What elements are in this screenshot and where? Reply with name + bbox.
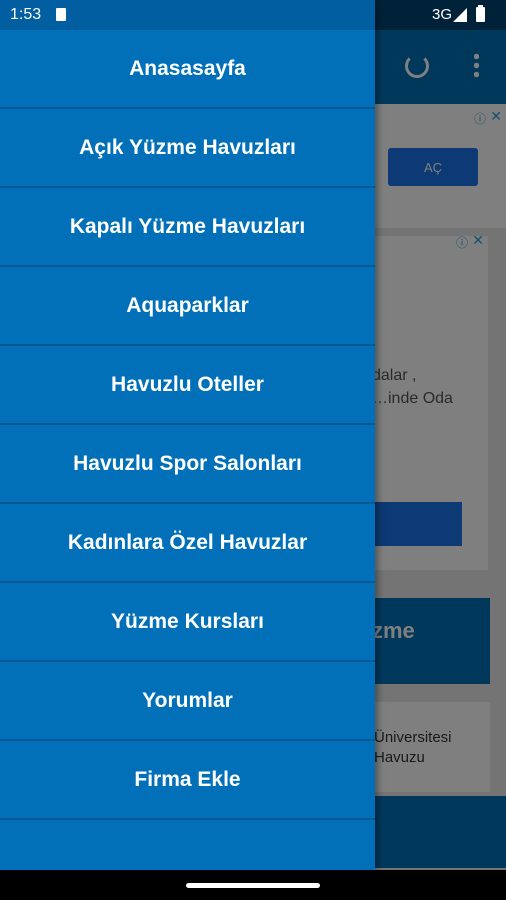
system-nav-bar xyxy=(0,870,506,900)
nav-item-yuzme-kurslari[interactable]: Yüzme Kursları xyxy=(0,583,375,662)
nav-item-havuzlu-oteller[interactable]: Havuzlu Oteller xyxy=(0,346,375,425)
status-time: 1:53 xyxy=(10,6,42,23)
battery-icon xyxy=(476,5,485,22)
nav-item-anasayfa[interactable]: Anasasayfa xyxy=(0,30,375,109)
nav-item-havuzlu-spor-salonlari[interactable]: Havuzlu Spor Salonları xyxy=(0,425,375,504)
network-type: 3G xyxy=(431,6,452,23)
sd-card-icon xyxy=(56,8,66,21)
nav-item-kapali-yuzme-havuzlari[interactable]: Kapalı Yüzme Havuzları xyxy=(0,188,375,267)
nav-item-kadinlara-ozel-havuzlar[interactable]: Kadınlara Özel Havuzlar xyxy=(0,504,375,583)
nav-item-aquaparklar[interactable]: Aquaparklar xyxy=(0,267,375,346)
status-bar: 1:53 3G xyxy=(0,0,506,30)
nav-item-yorumlar[interactable]: Yorumlar xyxy=(0,662,375,741)
home-gesture-handle[interactable] xyxy=(186,883,320,888)
signal-icon xyxy=(453,8,467,22)
nav-item-acik-yuzme-havuzlari[interactable]: Açık Yüzme Havuzları xyxy=(0,109,375,188)
nav-item-firma-ekle[interactable]: Firma Ekle xyxy=(0,741,375,820)
navigation-drawer: Anasasayfa Açık Yüzme Havuzları Kapalı Y… xyxy=(0,0,375,870)
